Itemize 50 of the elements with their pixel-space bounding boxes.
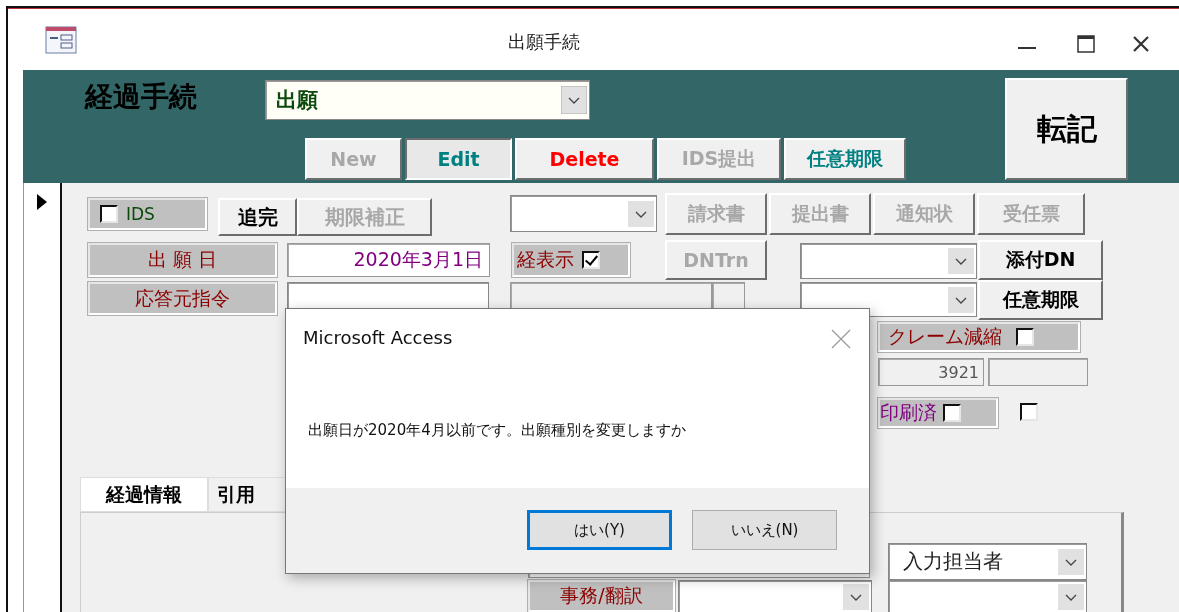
dropdown-icon[interactable] — [1058, 584, 1084, 610]
checkbox[interactable] — [100, 205, 118, 223]
form-button[interactable]: 追完 — [218, 198, 297, 236]
combo-field[interactable] — [510, 195, 657, 232]
minimize-icon[interactable] — [1018, 46, 1036, 50]
checkbox-label: クレーム減縮 — [888, 324, 1002, 349]
printed-checkbox[interactable]: 印刷済 — [878, 398, 998, 428]
dropdown-icon[interactable] — [948, 286, 974, 313]
combo-field[interactable] — [678, 580, 872, 612]
toolbar-button[interactable]: Edit — [405, 138, 512, 180]
claim-checkbox[interactable]: クレーム減縮 — [878, 322, 1080, 352]
combo-field[interactable] — [888, 580, 1087, 612]
person-combo[interactable]: 入力担当者 — [888, 543, 1087, 580]
checkbox[interactable] — [943, 404, 961, 422]
dialog-title: Microsoft Access — [303, 327, 453, 348]
date-field[interactable]: 2020年3月1日 — [287, 243, 490, 277]
number-field: 3921 — [878, 358, 984, 386]
dropdown-icon[interactable] — [843, 584, 869, 610]
procedure-label: 経過手続 — [85, 79, 197, 115]
dialog-button[interactable]: はい(Y) — [527, 510, 672, 550]
dropdown-icon[interactable] — [1058, 548, 1084, 575]
combo-field[interactable] — [800, 243, 977, 279]
checkbox-label: 印刷済 — [880, 400, 937, 425]
form-icon — [45, 26, 77, 54]
procedure-combo[interactable]: 出願 — [265, 80, 590, 120]
field-label: 事務/翻訳 — [528, 580, 675, 612]
display-checkbox[interactable]: 経表示 — [512, 243, 630, 277]
close-icon[interactable] — [1132, 35, 1150, 53]
checkbox-label: IDS — [126, 204, 155, 224]
dialog-button[interactable]: いいえ(N) — [692, 510, 837, 550]
maximize-icon[interactable] — [1077, 35, 1095, 53]
ids-checkbox[interactable]: IDS — [88, 198, 207, 230]
tab[interactable]: 経過情報 — [80, 477, 208, 512]
side-button[interactable]: 任意期限 — [978, 280, 1103, 320]
dropdown-icon[interactable] — [628, 200, 654, 227]
checkbox[interactable] — [1016, 328, 1034, 346]
checkbox[interactable] — [582, 251, 600, 269]
record-selector[interactable] — [23, 183, 62, 612]
toolbar-button[interactable]: 任意期限 — [784, 138, 906, 180]
transfer-button[interactable]: 転記 — [1005, 78, 1128, 180]
window-title: 出願手続 — [508, 30, 580, 54]
dropdown-icon[interactable] — [561, 86, 587, 114]
field-label: 応答元指令 — [88, 282, 277, 315]
checkbox-label: 経表示 — [517, 247, 574, 272]
dropdown-icon[interactable] — [948, 248, 974, 274]
field-label: 出 願 日 — [88, 243, 277, 277]
dialog-message: 出願日が2020年4月以前です。出願種別を変更しますか — [308, 421, 686, 440]
side-button[interactable]: 添付DN — [978, 240, 1103, 280]
toolbar-button[interactable]: Delete — [515, 138, 654, 180]
checkbox[interactable] — [1020, 403, 1038, 421]
